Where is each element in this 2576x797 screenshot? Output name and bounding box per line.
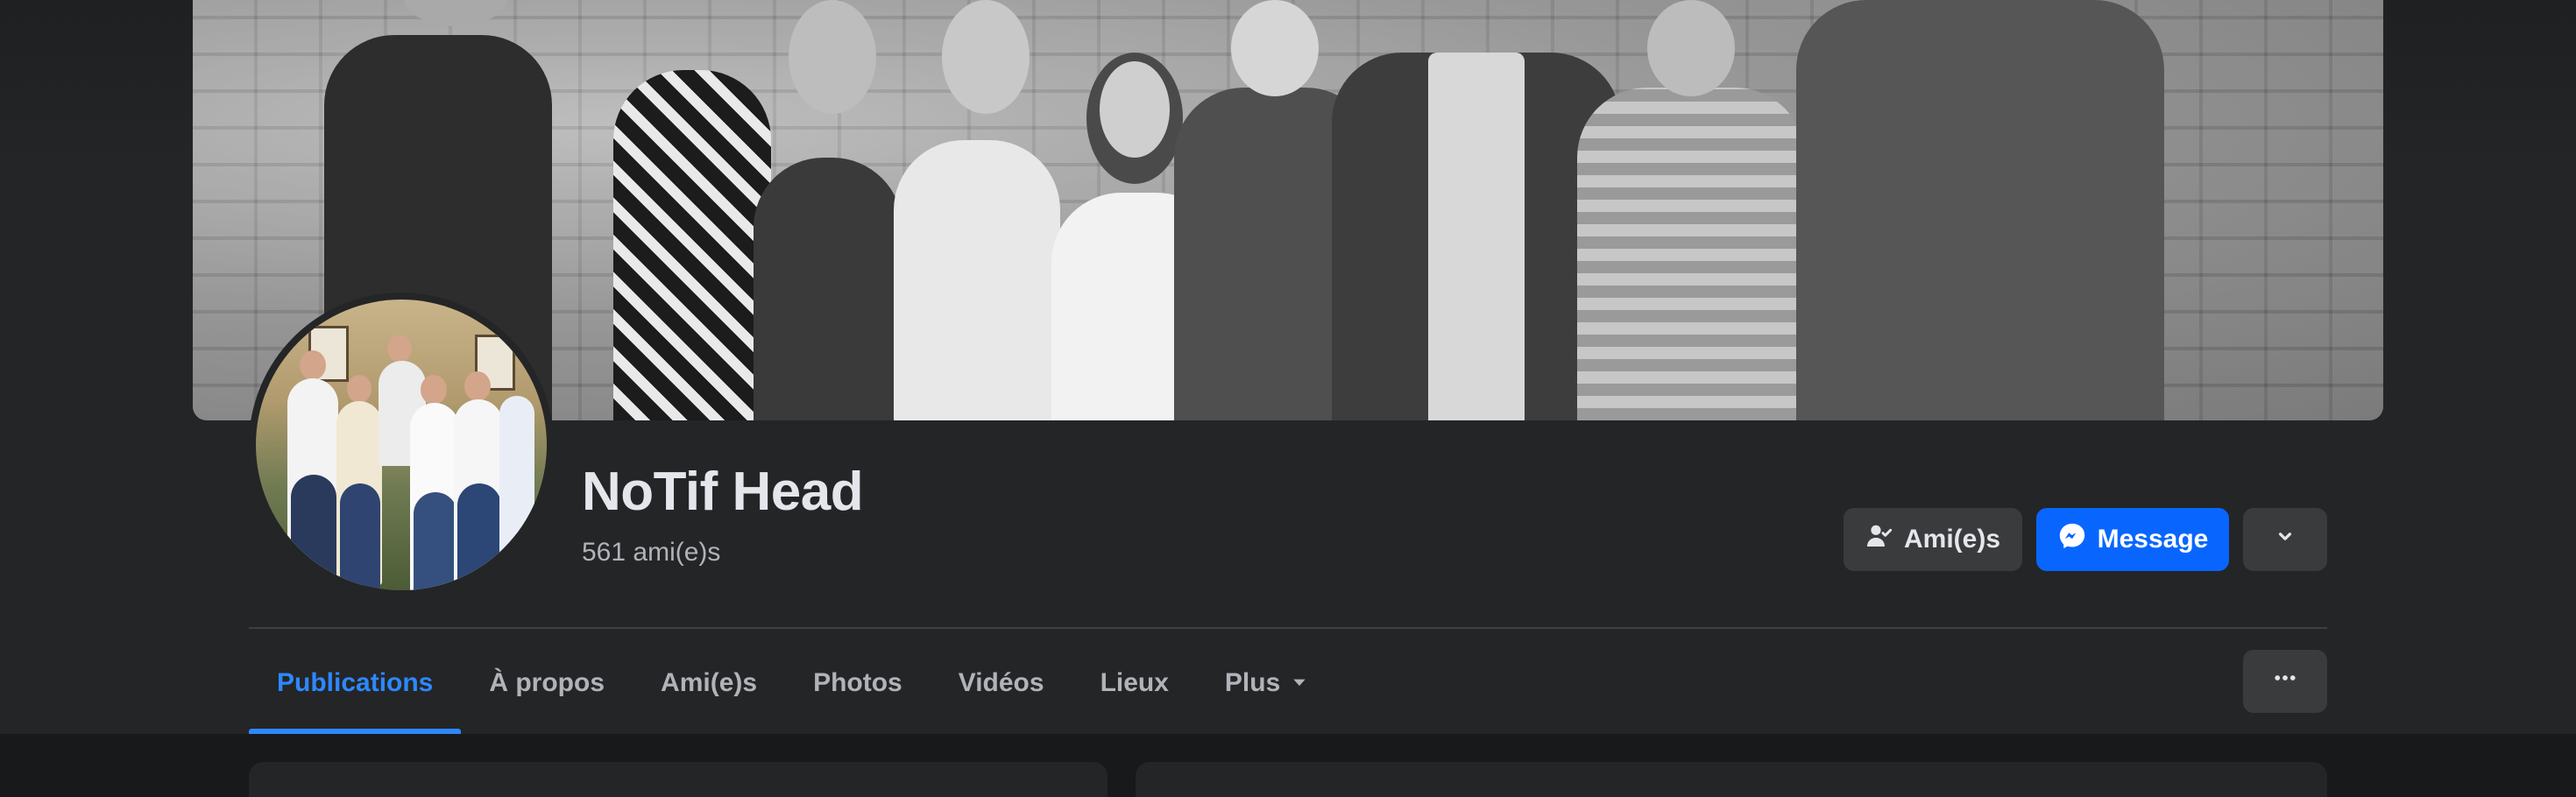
friends-button-label: Ami(e)s [1903, 525, 2001, 554]
more-dots-icon [2272, 665, 2298, 698]
caret-down-icon [1291, 668, 1308, 698]
tab-lieux[interactable]: Lieux [1072, 632, 1197, 734]
tab-label: Publications [277, 668, 434, 697]
avatar-photo [256, 300, 547, 590]
tab-label: Lieux [1100, 668, 1169, 697]
tab-label: Ami(e)s [661, 668, 758, 697]
tab-photos[interactable]: Photos [785, 632, 931, 734]
header-divider [249, 627, 2327, 629]
cover-person [1796, 0, 2164, 420]
person-check-icon [1865, 522, 1893, 557]
intro-card [249, 762, 1108, 797]
tab-label: Vidéos [958, 668, 1044, 697]
friends-button[interactable]: Ami(e)s [1844, 508, 2022, 571]
chevron-down-icon [2274, 525, 2296, 554]
profile-avatar[interactable] [249, 293, 554, 597]
tab-label: Photos [813, 668, 902, 697]
friend-count-link[interactable]: 561 ami(e)s [582, 538, 720, 568]
tab-label: Plus [1224, 668, 1281, 697]
tab-label: À propos [489, 668, 605, 697]
tab-amis[interactable]: Ami(e)s [633, 632, 785, 734]
posts-card [1136, 762, 2327, 797]
profile-dropdown-button[interactable] [2243, 508, 2327, 571]
message-button-label: Message [2097, 525, 2209, 554]
tab-publications[interactable]: Publications [249, 632, 462, 734]
profile-tabs: Publications À propos Ami(e)s Photos Vid… [249, 632, 1336, 734]
message-button[interactable]: Message [2036, 508, 2229, 571]
tab-videos[interactable]: Vidéos [931, 632, 1072, 734]
tab-a-propos[interactable]: À propos [461, 632, 633, 734]
messenger-icon [2057, 521, 2087, 558]
tab-plus[interactable]: Plus [1197, 632, 1336, 734]
cover-person [736, 0, 911, 420]
more-options-button[interactable] [2243, 650, 2327, 713]
profile-name: NoTif Head [582, 462, 864, 522]
cover-person [1577, 0, 1805, 420]
